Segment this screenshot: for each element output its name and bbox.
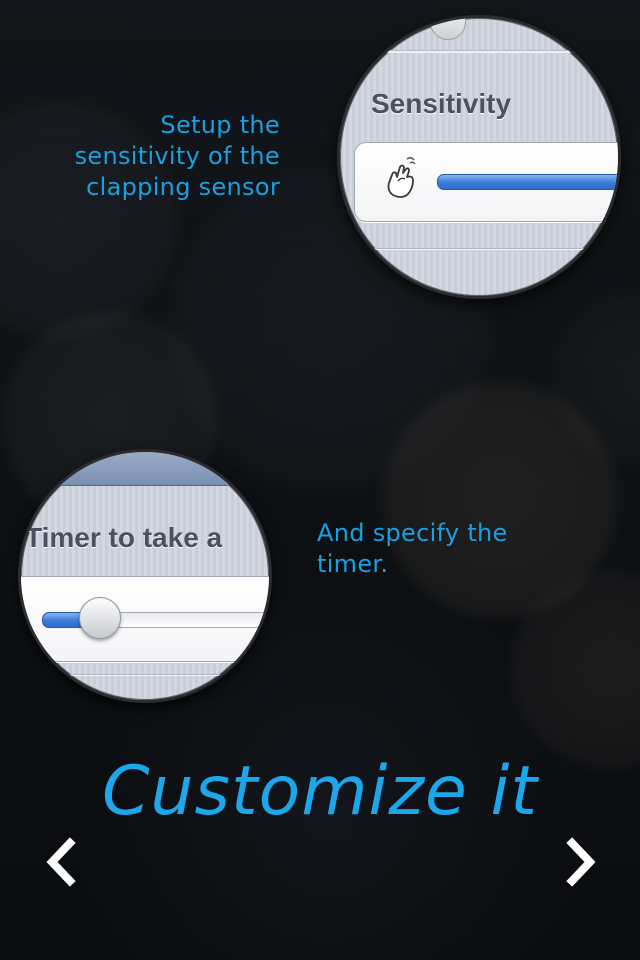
divider (21, 674, 269, 675)
page-headline: Customize it (101, 752, 539, 831)
timer-section-title: Timer to take a (25, 522, 223, 553)
next-page-button[interactable] (558, 837, 602, 887)
previous-page-button[interactable] (40, 837, 84, 887)
chevron-right-icon (566, 837, 596, 887)
sensitivity-slider-track[interactable] (437, 174, 618, 190)
navigation-bar (21, 452, 269, 486)
timer-cell (21, 576, 269, 662)
divider (340, 248, 618, 249)
timer-slider-thumb[interactable] (79, 597, 121, 639)
timer-caption: And specify the timer. (317, 519, 508, 578)
divider (340, 50, 618, 53)
clap-hand-icon (387, 156, 416, 198)
sensitivity-magnifier: Sensitivity (337, 15, 621, 299)
tutorial-screen: Setup the sensitivity of the clapping se… (0, 0, 640, 960)
sensitivity-cell (354, 142, 618, 222)
chevron-left-icon (46, 837, 76, 887)
partial-slider-knob (430, 18, 466, 40)
timer-slider-empty-track[interactable] (98, 612, 269, 628)
sensitivity-caption: Setup the sensitivity of the clapping se… (74, 111, 280, 201)
timer-magnifier: Timer to take a (18, 449, 272, 703)
sensitivity-section-title: Sensitivity (371, 88, 512, 119)
